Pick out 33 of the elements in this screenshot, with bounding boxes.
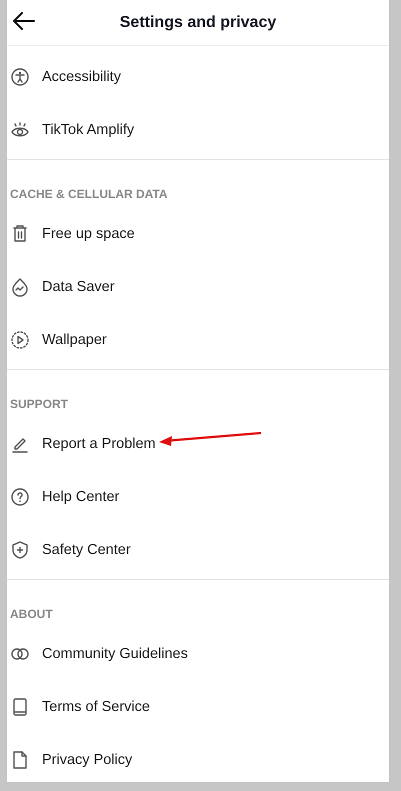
item-label: Terms of Service	[42, 698, 150, 714]
settings-item[interactable]: Free up space	[7, 207, 389, 260]
back-button[interactable]	[11, 10, 37, 32]
help-icon	[10, 486, 30, 506]
settings-item[interactable]: Report a Problem	[7, 417, 389, 470]
item-label: Report a Problem	[42, 436, 156, 452]
settings-item[interactable]: Privacy Policy	[7, 733, 389, 786]
item-label: Accessibility	[42, 68, 121, 84]
settings-item[interactable]: Wallpaper	[7, 313, 389, 366]
accessibility-icon	[10, 66, 30, 86]
item-label: TikTok Amplify	[42, 122, 134, 138]
wave-icon	[10, 276, 30, 296]
item-label: Free up space	[42, 226, 135, 242]
item-label: Data Saver	[42, 278, 115, 294]
item-label: Safety Center	[42, 542, 131, 558]
item-label: Help Center	[42, 488, 120, 504]
settings-item[interactable]: Accessibility	[7, 50, 389, 103]
settings-item[interactable]: TikTok Amplify	[7, 103, 389, 156]
item-label: Community Guidelines	[42, 646, 188, 662]
settings-item[interactable]: Data Saver	[7, 260, 389, 313]
settings-item[interactable]: Terms of Service	[7, 680, 389, 733]
window-title: Settings and privacy	[120, 14, 276, 32]
section-header: SUPPORT	[9, 396, 70, 413]
settings-item[interactable]: Help Center	[7, 470, 389, 523]
section-header: CACHE & CELLULAR DATA	[9, 186, 169, 203]
section-header: ABOUT	[9, 606, 54, 623]
shield-icon	[10, 540, 30, 560]
eye-icon	[10, 120, 30, 140]
settings-item[interactable]: Safety Center	[7, 523, 389, 576]
item-label: Privacy Policy	[42, 752, 132, 768]
item-label: Wallpaper	[42, 332, 107, 348]
settings-item[interactable]: Community Guidelines	[7, 627, 389, 680]
play-icon	[10, 330, 30, 350]
